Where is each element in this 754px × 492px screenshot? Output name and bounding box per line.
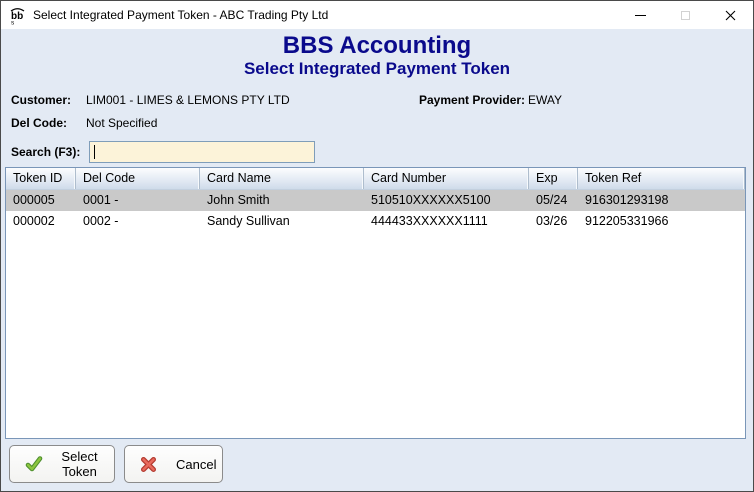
column-header-token-ref[interactable]: Token Ref (578, 168, 745, 189)
search-input[interactable] (90, 142, 314, 162)
del-code-label: Del Code: (11, 116, 67, 130)
cell-token-id: 000005 (6, 190, 76, 211)
titlebar[interactable]: bb s Select Integrated Payment Token - A… (1, 1, 753, 29)
cancel-label: Cancel (176, 457, 216, 472)
customer-value: LIM001 - LIMES & LEMONS PTY LTD (86, 93, 290, 107)
payment-provider-label: Payment Provider: (419, 93, 525, 107)
close-icon (725, 10, 736, 21)
cell-del-code: 0001 - (76, 190, 200, 211)
cell-card-name: John Smith (200, 190, 364, 211)
token-table: Token ID Del Code Card Name Card Number … (5, 167, 746, 439)
column-header-del-code[interactable]: Del Code (76, 168, 200, 189)
column-header-card-name[interactable]: Card Name (200, 168, 364, 189)
cell-del-code: 0002 - (76, 211, 200, 232)
minimize-button[interactable] (618, 1, 663, 29)
select-token-label: Select Token (51, 449, 108, 479)
red-cross-icon (140, 456, 157, 473)
app-title: BBS Accounting (1, 32, 753, 60)
column-header-exp[interactable]: Exp (529, 168, 578, 189)
cell-token-ref: 912205331966 (578, 211, 745, 232)
del-code-value: Not Specified (86, 116, 157, 130)
cell-token-id: 000002 (6, 211, 76, 232)
window-title: Select Integrated Payment Token - ABC Tr… (33, 8, 328, 22)
green-check-icon (25, 455, 43, 473)
maximize-icon (681, 11, 690, 20)
search-label: Search (F3): (11, 145, 80, 159)
minimize-icon (635, 15, 646, 16)
select-token-button[interactable]: Select Token (9, 445, 115, 483)
customer-label: Customer: (11, 93, 71, 107)
search-field-frame (89, 141, 315, 163)
cell-card-number: 510510XXXXXX5100 (364, 190, 529, 211)
dialog-window: bb s Select Integrated Payment Token - A… (0, 0, 754, 492)
dialog-subtitle: Select Integrated Payment Token (1, 59, 753, 79)
cell-exp: 03/26 (529, 211, 578, 232)
bbs-logo-icon: bb s (8, 6, 27, 25)
text-caret (94, 145, 95, 159)
table-row[interactable]: 000002 0002 - Sandy Sullivan 444433XXXXX… (6, 211, 745, 232)
cell-token-ref: 916301293198 (578, 190, 745, 211)
maximize-button[interactable] (663, 1, 708, 29)
window-controls (618, 1, 753, 29)
column-header-token-id[interactable]: Token ID (6, 168, 76, 189)
close-button[interactable] (708, 1, 753, 29)
cell-card-number: 444433XXXXXX1111 (364, 211, 529, 232)
cancel-button[interactable]: Cancel (124, 445, 223, 483)
cell-card-name: Sandy Sullivan (200, 211, 364, 232)
column-header-card-number[interactable]: Card Number (364, 168, 529, 189)
table-row[interactable]: 000005 0001 - John Smith 510510XXXXXX510… (6, 190, 745, 211)
cell-exp: 05/24 (529, 190, 578, 211)
payment-provider-value: EWAY (528, 93, 562, 107)
table-header-row: Token ID Del Code Card Name Card Number … (6, 168, 745, 190)
